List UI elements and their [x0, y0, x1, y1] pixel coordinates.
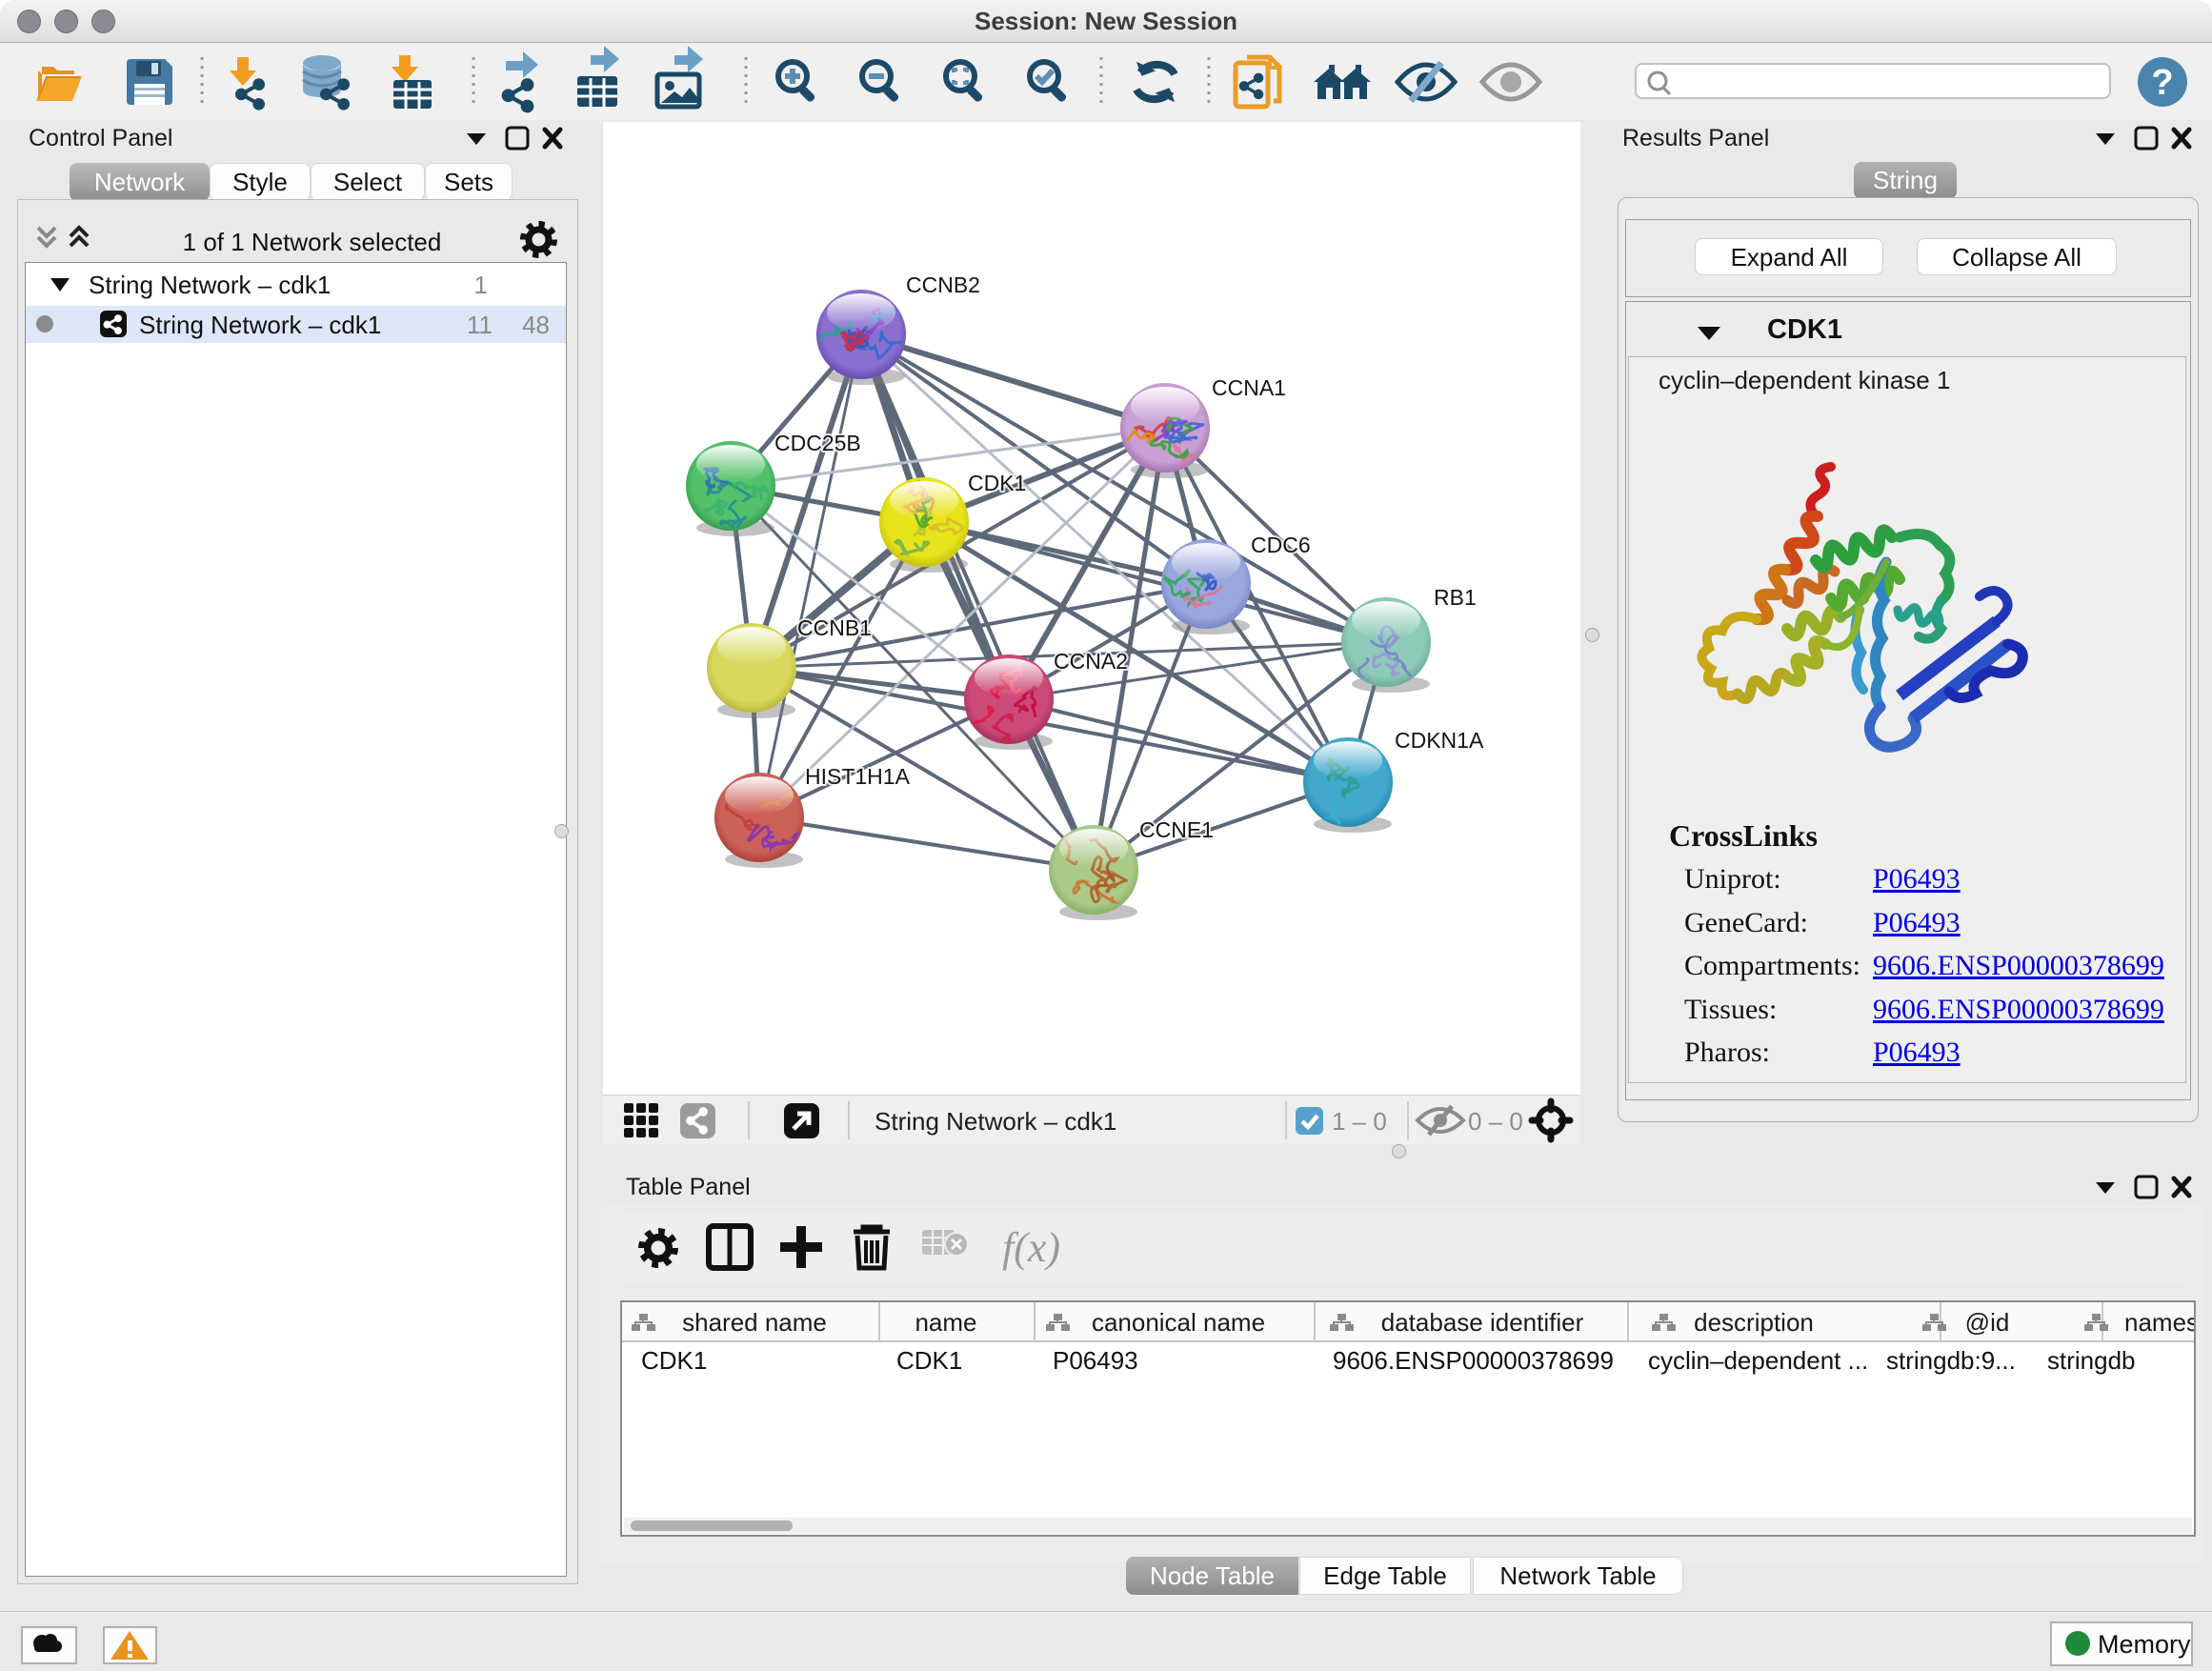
svg-text:CDKN1A: CDKN1A [1395, 728, 1484, 753]
svg-text:namespac: namespac [2124, 1308, 2194, 1337]
svg-text:1 – 0: 1 – 0 [1332, 1107, 1387, 1136]
svg-text:Memory: Memory [2098, 1630, 2191, 1659]
svg-text:HIST1H1A: HIST1H1A [805, 764, 911, 789]
svg-text:f(x): f(x) [1002, 1224, 1060, 1271]
svg-text:CCNA1: CCNA1 [1212, 375, 1286, 400]
svg-text:description: description [1694, 1308, 1814, 1337]
svg-text:canonical name: canonical name [1092, 1308, 1265, 1337]
svg-text:CDC25B: CDC25B [774, 431, 861, 455]
svg-text:CDC6: CDC6 [1251, 533, 1311, 557]
svg-text:String Network – cdk1: String Network – cdk1 [875, 1107, 1116, 1136]
svg-text:CCNE1: CCNE1 [1139, 817, 1214, 842]
svg-text:0 – 0: 0 – 0 [1468, 1107, 1523, 1136]
svg-text:@id: @id [1965, 1308, 2010, 1337]
svg-text:shared name: shared name [682, 1308, 827, 1337]
svg-text:database identifier: database identifier [1381, 1308, 1584, 1337]
svg-text:CDK1: CDK1 [968, 471, 1026, 495]
svg-text:?: ? [2151, 63, 2173, 103]
svg-text:CCNA2: CCNA2 [1054, 649, 1128, 674]
svg-text:CCNB2: CCNB2 [906, 272, 980, 297]
svg-text:name: name [915, 1308, 976, 1337]
svg-text:RB1: RB1 [1434, 585, 1477, 610]
svg-text:CCNB1: CCNB1 [797, 615, 872, 640]
